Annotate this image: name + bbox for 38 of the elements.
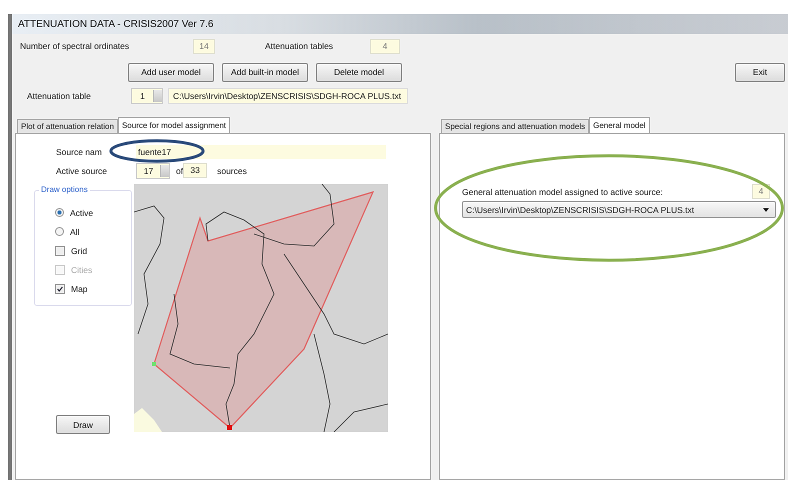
- tab[interactable]: General model: [589, 117, 650, 133]
- draw-button[interactable]: Draw: [56, 415, 110, 434]
- model-index-field: 4: [752, 184, 770, 199]
- option-label: Map: [71, 284, 88, 294]
- field-label: Number of spectral ordinates: [19, 41, 130, 51]
- tab[interactable]: Special regions and attenuation models: [441, 119, 590, 133]
- exit-button[interactable]: Exit: [735, 62, 785, 82]
- source-name-field[interactable]: fuente17: [136, 144, 386, 158]
- option-label: Cities: [71, 264, 92, 274]
- unit-label: sources: [217, 166, 247, 176]
- source-spinner[interactable]: 17: [136, 162, 170, 178]
- tab[interactable]: Source for model assignment: [118, 117, 230, 133]
- table-spinner[interactable]: 1: [131, 88, 163, 104]
- of-label: of: [176, 166, 184, 176]
- total-field: 33: [183, 163, 208, 178]
- count-field: 4: [370, 38, 400, 54]
- model-button[interactable]: Add user model: [128, 62, 214, 82]
- checkbox[interactable]: [55, 284, 65, 294]
- radio-button[interactable]: [55, 208, 64, 217]
- window-title: ATTENUATION DATA - CRISIS2007 Ver 7.6: [18, 18, 214, 30]
- model-dropdown[interactable]: C:\Users\Irvin\Desktop\ZENSCRISIS\SDGH-ROCA PLUS.txt: [462, 201, 776, 218]
- model-button[interactable]: Add built-in model: [222, 62, 308, 82]
- tab[interactable]: Plot of attenuation relation: [17, 119, 118, 133]
- option-label: Grid: [71, 246, 88, 256]
- field-label: Attenuation table: [26, 91, 92, 101]
- radio-button[interactable]: [55, 227, 64, 236]
- option-label: All: [70, 226, 80, 236]
- field-label: General attenuation model assigned to active source:: [462, 186, 663, 196]
- field-label: Attenuation tables: [265, 41, 334, 51]
- option-label: Active: [70, 208, 94, 218]
- field-label: Active source: [55, 166, 108, 176]
- model-button[interactable]: Delete model: [316, 62, 402, 82]
- checkbox[interactable]: [55, 246, 65, 256]
- group-title: Draw options: [39, 185, 90, 194]
- caret-icon: [763, 208, 769, 212]
- count-field: 14: [193, 38, 215, 54]
- field-label: Source nam: [55, 146, 103, 156]
- path-field: C:\Users\Irvin\Desktop\ZENSCRISIS\SDGH-ROCA PLUS.txt: [168, 88, 408, 104]
